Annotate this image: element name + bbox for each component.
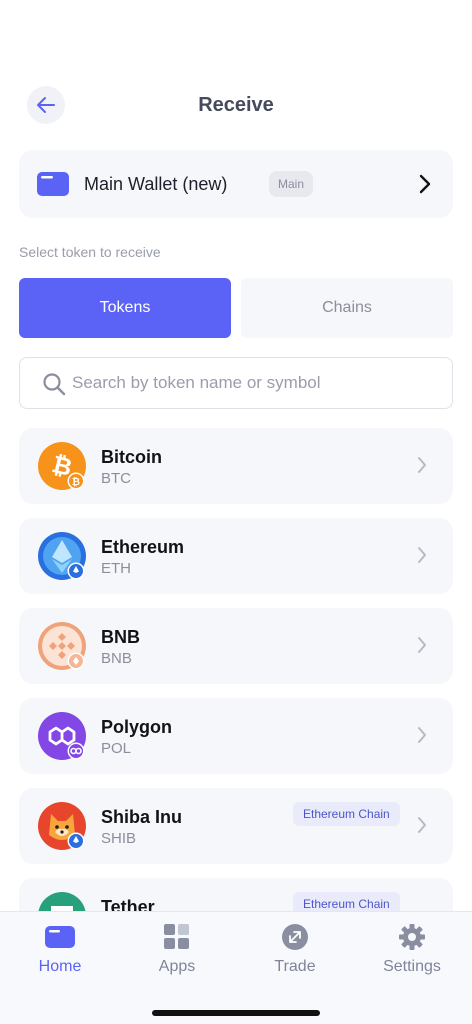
token-symbol: POL <box>101 740 132 757</box>
token-name: BNB <box>101 627 140 647</box>
polygon-icon <box>38 712 86 760</box>
nav-home[interactable]: Home <box>10 924 110 988</box>
wallet-icon <box>37 172 69 196</box>
apps-grid-icon <box>164 924 189 949</box>
nav-settings[interactable]: Settings <box>362 924 462 988</box>
tab-chains[interactable]: Chains <box>241 278 453 338</box>
token-name: Polygon <box>101 717 172 737</box>
token-name: Ethereum <box>101 537 185 557</box>
nav-label: Home <box>38 958 82 975</box>
wallet-badge: Main <box>269 171 314 197</box>
token-name: Bitcoin <box>101 447 162 467</box>
wallet-icon <box>45 926 75 948</box>
bnb-icon <box>38 622 86 670</box>
tab-tokens[interactable]: Tokens <box>19 278 231 338</box>
trade-icon <box>282 924 308 950</box>
token-symbol: BNB <box>101 650 132 667</box>
token-symbol: ETH <box>101 560 131 577</box>
nav-label: Apps <box>158 958 196 975</box>
token-chain-tabs: Tokens Chains <box>19 278 453 338</box>
svg-text:₿: ₿ <box>72 476 80 488</box>
chevron-right-icon <box>418 547 426 563</box>
chevron-right-icon <box>418 817 426 833</box>
bitcoin-icon: ₿ ₿ <box>38 442 86 490</box>
chevron-right-icon <box>418 637 426 653</box>
nav-label: Settings <box>383 958 441 975</box>
section-label: Select token to receive <box>19 244 161 260</box>
chevron-right-icon <box>418 727 426 743</box>
search-icon <box>43 373 66 396</box>
header: Receive <box>0 82 472 130</box>
search-input[interactable] <box>72 368 432 398</box>
bottom-nav: Home Apps Trade Settings <box>0 911 472 1024</box>
token-row-bnb[interactable]: BNB BNB <box>19 608 453 684</box>
chain-badge: Ethereum Chain <box>293 802 400 826</box>
wallet-name: Main Wallet (new) <box>84 174 228 194</box>
home-indicator <box>152 1010 320 1016</box>
page-title: Receive <box>198 94 274 116</box>
token-symbol: BTC <box>101 470 131 487</box>
token-row-bitcoin[interactable]: ₿ ₿ Bitcoin BTC <box>19 428 453 504</box>
nav-label: Trade <box>274 958 316 975</box>
chevron-right-icon <box>419 174 431 194</box>
search-box[interactable] <box>19 357 453 409</box>
token-row-shiba-inu[interactable]: Shiba Inu SHIB Ethereum Chain <box>19 788 453 864</box>
chevron-right-icon <box>418 457 426 473</box>
nav-apps[interactable]: Apps <box>127 924 227 988</box>
token-name: Shiba Inu <box>101 807 182 827</box>
nav-trade[interactable]: Trade <box>245 924 345 988</box>
token-row-ethereum[interactable]: Ethereum ETH <box>19 518 453 594</box>
gear-icon <box>399 924 425 950</box>
wallet-selector[interactable]: Main Wallet (new) Main <box>19 150 453 218</box>
shiba-inu-icon <box>38 802 86 850</box>
ethereum-icon <box>38 532 86 580</box>
token-row-polygon[interactable]: Polygon POL <box>19 698 453 774</box>
token-symbol: SHIB <box>101 830 137 847</box>
